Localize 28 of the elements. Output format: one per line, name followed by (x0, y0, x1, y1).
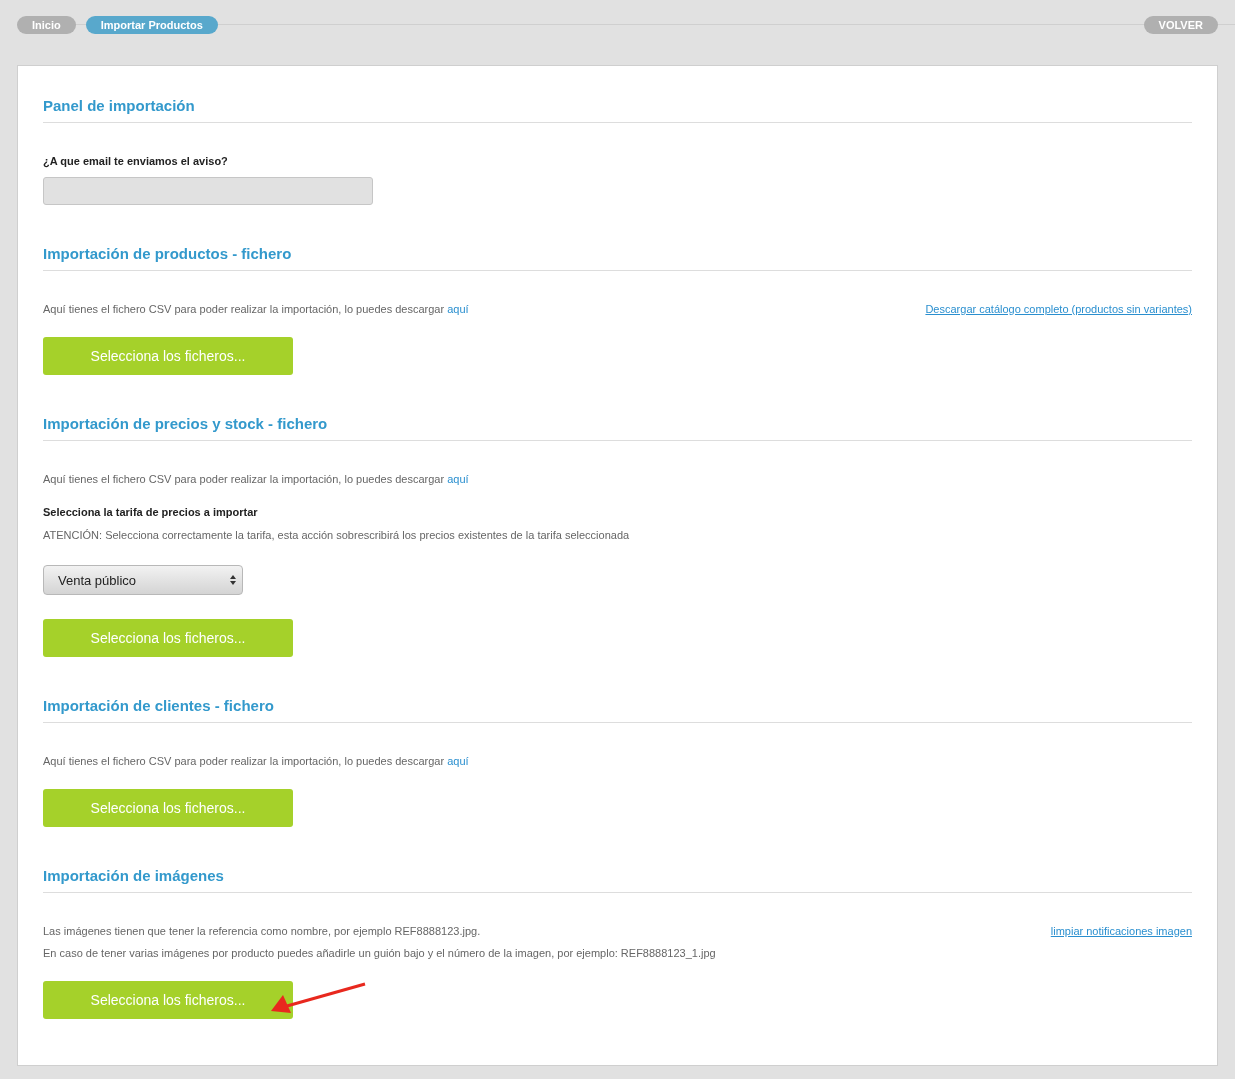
select-files-button[interactable]: Selecciona los ficheros... (43, 981, 293, 1019)
download-link[interactable]: aquí (447, 303, 469, 315)
section-title: Importación de precios y stock - fichero (43, 415, 1192, 441)
field-label: Selecciona la tarifa de precios a importar (43, 505, 258, 520)
help-text: En caso de tener varias imágenes por producto puedes añadirle un guión bajo y el número de la imagen, por ejemplo: REF8888123_1.jpg (43, 946, 716, 961)
section-title: Panel de importación (43, 97, 1192, 123)
section-title: Importación de productos - fichero (43, 245, 1192, 271)
updown-arrows-icon (230, 575, 236, 585)
email-field[interactable] (43, 177, 373, 205)
select-files-button[interactable]: Selecciona los ficheros... (43, 789, 293, 827)
help-text: Aquí tienes el fichero CSV para poder realizar la importación, lo puedes descargar aquí (43, 472, 469, 487)
action-link[interactable]: Descargar catálogo completo (productos sin variantes) (925, 301, 1192, 317)
back-button[interactable]: VOLVER (1143, 16, 1218, 34)
download-link[interactable]: aquí (447, 755, 469, 767)
help-text: Las imágenes tienen que tener la referencia como nombre, por ejemplo REF8888123.jpg. (43, 924, 481, 939)
select-files-button[interactable]: Selecciona los ficheros... (43, 337, 293, 375)
action-link[interactable]: limpiar notificaciones imagen (1050, 923, 1192, 939)
help-text: Aquí tienes el fichero CSV para poder realizar la importación, lo puedes descargar aquí (43, 302, 469, 317)
warning-text: ATENCIÓN: Selecciona correctamente la tarifa, esta acción sobrescribirá los precios existentes de la tarifa seleccionada (43, 528, 630, 543)
select-files-button[interactable]: Selecciona los ficheros... (43, 619, 293, 657)
section-title: Importación de imágenes (43, 867, 1192, 893)
download-link[interactable]: aquí (447, 473, 469, 485)
field-label: ¿A que email te enviamos el aviso? (43, 154, 228, 169)
breadcrumb-tab[interactable]: Importar Productos (85, 16, 218, 34)
price-list-select[interactable]: Venta público (43, 565, 243, 595)
help-text: Aquí tienes el fichero CSV para poder realizar la importación, lo puedes descargar aquí (43, 754, 469, 769)
section-title: Importación de clientes - fichero (43, 697, 1192, 723)
breadcrumb-tab[interactable]: Inicio (17, 16, 76, 34)
